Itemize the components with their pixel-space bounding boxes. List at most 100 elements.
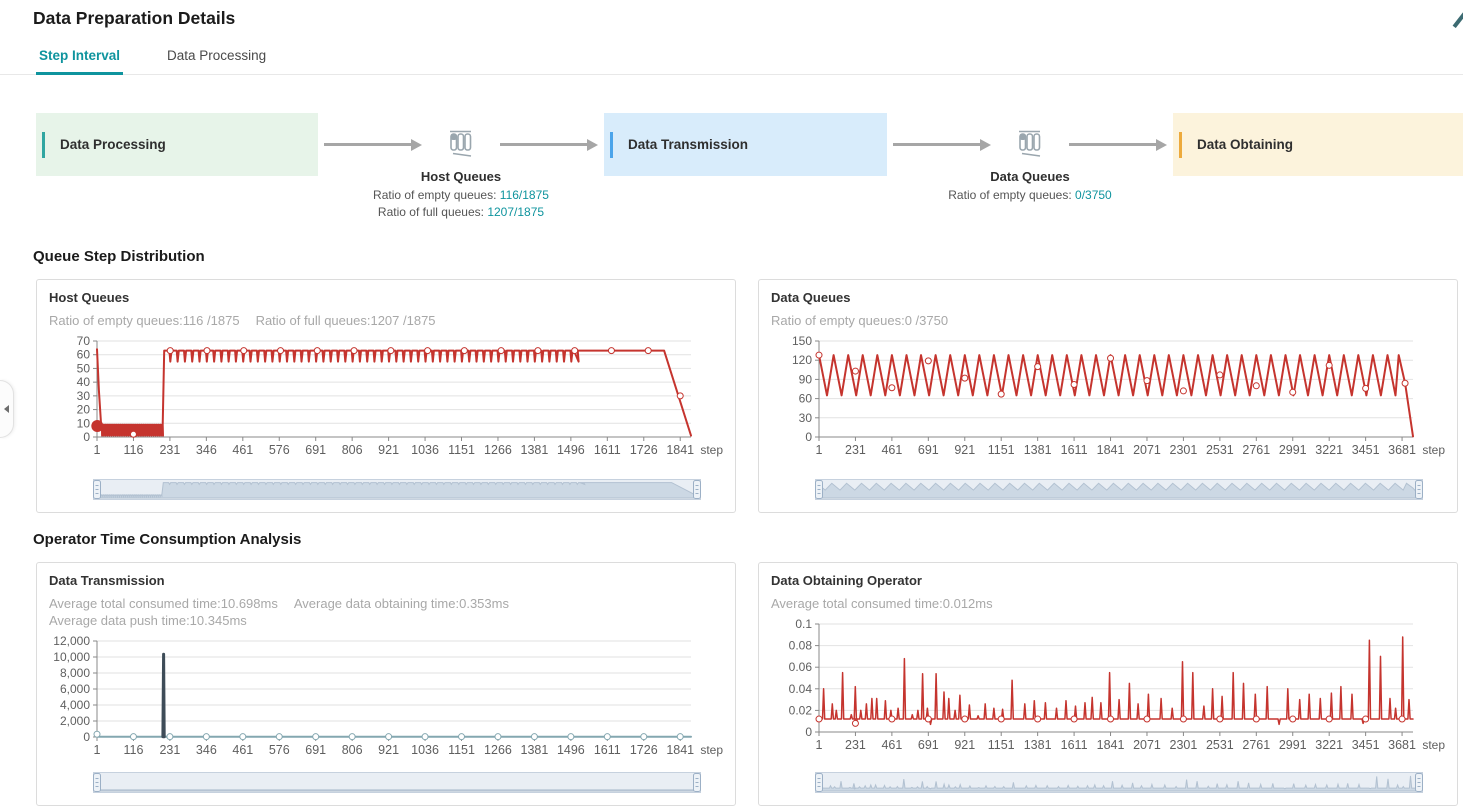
svg-text:step: step <box>1422 738 1445 752</box>
section-title-operator-time: Operator Time Consumption Analysis <box>33 531 1463 548</box>
svg-text:1726: 1726 <box>630 443 658 457</box>
host-queues-chart[interactable]: 0102030405060701116231346461576691806921… <box>49 335 725 461</box>
data-transmission-chart[interactable]: 02,0004,0006,0008,00010,00012,0001116231… <box>49 635 725 761</box>
svg-text:1151: 1151 <box>988 443 1015 457</box>
svg-text:2531: 2531 <box>1206 443 1234 457</box>
svg-text:2991: 2991 <box>1279 443 1307 457</box>
svg-text:0: 0 <box>805 430 812 444</box>
svg-text:691: 691 <box>918 443 939 457</box>
data-queues-chart[interactable]: 0306090120150123146169192111511381161118… <box>771 335 1447 461</box>
svg-text:1: 1 <box>94 743 101 757</box>
card-title: Data Queues <box>771 290 1445 305</box>
svg-text:2301: 2301 <box>1170 443 1198 457</box>
svg-text:0.02: 0.02 <box>789 703 813 717</box>
svg-text:1381: 1381 <box>521 743 549 757</box>
chart-card-data-obtaining: Data Obtaining Operator Average total co… <box>758 562 1458 806</box>
svg-text:1611: 1611 <box>594 443 621 457</box>
svg-text:1611: 1611 <box>594 743 621 757</box>
chart-card-data-queues: Data Queues Ratio of empty queues:0 /375… <box>758 279 1458 513</box>
host-queues-zoom-slider[interactable] <box>93 476 701 503</box>
svg-text:2301: 2301 <box>1170 738 1198 752</box>
svg-text:691: 691 <box>918 738 939 752</box>
card-stats: Ratio of empty queues:0 /3750 <box>771 312 1445 329</box>
svg-text:921: 921 <box>378 443 399 457</box>
svg-text:231: 231 <box>845 443 866 457</box>
operator-chart-row: Data Transmission Average total consumed… <box>0 562 1463 806</box>
chart-card-host-queues: Host Queues Ratio of empty queues:116 /1… <box>36 279 736 513</box>
svg-text:1381: 1381 <box>1024 443 1052 457</box>
flow-node-data-transmission: Data Transmission <box>604 113 887 176</box>
svg-text:0: 0 <box>805 725 812 739</box>
node-accent-bar <box>1179 132 1182 158</box>
flow-node-data-processing: Data Processing <box>36 113 318 176</box>
data-flow-diagram: Data Processing Host Queues Ratio of emp… <box>0 113 1463 176</box>
svg-text:1036: 1036 <box>411 443 439 457</box>
svg-text:8,000: 8,000 <box>60 666 90 680</box>
svg-text:806: 806 <box>342 443 363 457</box>
queue-caption-host: Host Queues Ratio of empty queues: 116/1… <box>341 169 581 221</box>
tab-data-processing[interactable]: Data Processing <box>164 42 269 75</box>
svg-text:12,000: 12,000 <box>53 635 90 648</box>
svg-text:30: 30 <box>77 389 91 403</box>
collapse-arrow-icon <box>4 405 9 413</box>
svg-text:3681: 3681 <box>1388 443 1416 457</box>
svg-text:70: 70 <box>77 335 91 348</box>
svg-text:10,000: 10,000 <box>53 650 90 664</box>
svg-text:1726: 1726 <box>630 743 658 757</box>
svg-text:30: 30 <box>799 411 813 425</box>
svg-text:step: step <box>700 743 723 757</box>
svg-text:1: 1 <box>816 738 823 752</box>
svg-text:6,000: 6,000 <box>60 682 90 696</box>
flow-arrow <box>887 113 997 176</box>
svg-text:461: 461 <box>881 443 902 457</box>
section-title-queue-step-distribution: Queue Step Distribution <box>33 248 1463 265</box>
data-queues-zoom-slider[interactable] <box>815 476 1423 503</box>
svg-text:346: 346 <box>196 743 217 757</box>
empty-queues-value: 0/3750 <box>1075 188 1112 202</box>
svg-text:231: 231 <box>845 738 866 752</box>
svg-text:691: 691 <box>305 743 326 757</box>
svg-text:2,000: 2,000 <box>60 714 90 728</box>
flow-queue-data: Data Queues Ratio of empty queues: 0/375… <box>997 113 1063 176</box>
svg-text:1: 1 <box>816 443 823 457</box>
tab-step-interval[interactable]: Step Interval <box>36 42 123 75</box>
node-accent-bar <box>610 132 613 158</box>
card-stats: Average total consumed time:0.012ms <box>771 595 1445 612</box>
svg-text:1036: 1036 <box>411 743 439 757</box>
svg-text:2531: 2531 <box>1206 738 1234 752</box>
svg-text:1266: 1266 <box>484 443 512 457</box>
svg-text:3221: 3221 <box>1315 443 1343 457</box>
svg-text:1841: 1841 <box>1097 443 1125 457</box>
tab-bar: Step Interval Data Processing <box>0 42 1463 75</box>
chart-card-data-transmission: Data Transmission Average total consumed… <box>36 562 736 806</box>
svg-text:3451: 3451 <box>1352 738 1380 752</box>
svg-text:1496: 1496 <box>557 443 585 457</box>
svg-text:0.08: 0.08 <box>789 639 813 653</box>
svg-text:60: 60 <box>77 348 91 362</box>
svg-text:231: 231 <box>159 443 180 457</box>
svg-text:50: 50 <box>77 361 91 375</box>
flow-arrow <box>318 113 428 176</box>
corner-resize-mark <box>1452 10 1463 28</box>
node-label: Data Obtaining <box>1197 137 1293 152</box>
flow-arrow <box>1063 113 1173 176</box>
svg-text:231: 231 <box>159 743 180 757</box>
card-title: Data Transmission <box>49 573 723 588</box>
card-title: Data Obtaining Operator <box>771 573 1445 588</box>
data-transmission-zoom-slider[interactable] <box>93 769 701 796</box>
node-label: Data Processing <box>60 137 166 152</box>
flow-queue-host: Host Queues Ratio of empty queues: 116/1… <box>428 113 494 176</box>
sidebar-collapse-handle[interactable] <box>0 380 14 438</box>
queue-caption-data: Data Queues Ratio of empty queues: 0/375… <box>910 169 1150 204</box>
data-obtaining-zoom-slider[interactable] <box>815 769 1423 796</box>
empty-queues-value: 116/1875 <box>500 188 549 202</box>
queue-title: Data Queues <box>910 169 1150 184</box>
svg-text:1841: 1841 <box>666 743 694 757</box>
svg-text:1611: 1611 <box>1061 443 1088 457</box>
data-obtaining-chart[interactable]: 00.020.040.060.080.112314616919211151138… <box>771 618 1447 756</box>
card-stats: Ratio of empty queues:116 /1875Ratio of … <box>49 312 723 329</box>
card-stats: Average total consumed time:10.698msAver… <box>49 595 723 629</box>
flow-arrow <box>494 113 604 176</box>
svg-text:1381: 1381 <box>521 443 549 457</box>
svg-text:921: 921 <box>954 738 975 752</box>
